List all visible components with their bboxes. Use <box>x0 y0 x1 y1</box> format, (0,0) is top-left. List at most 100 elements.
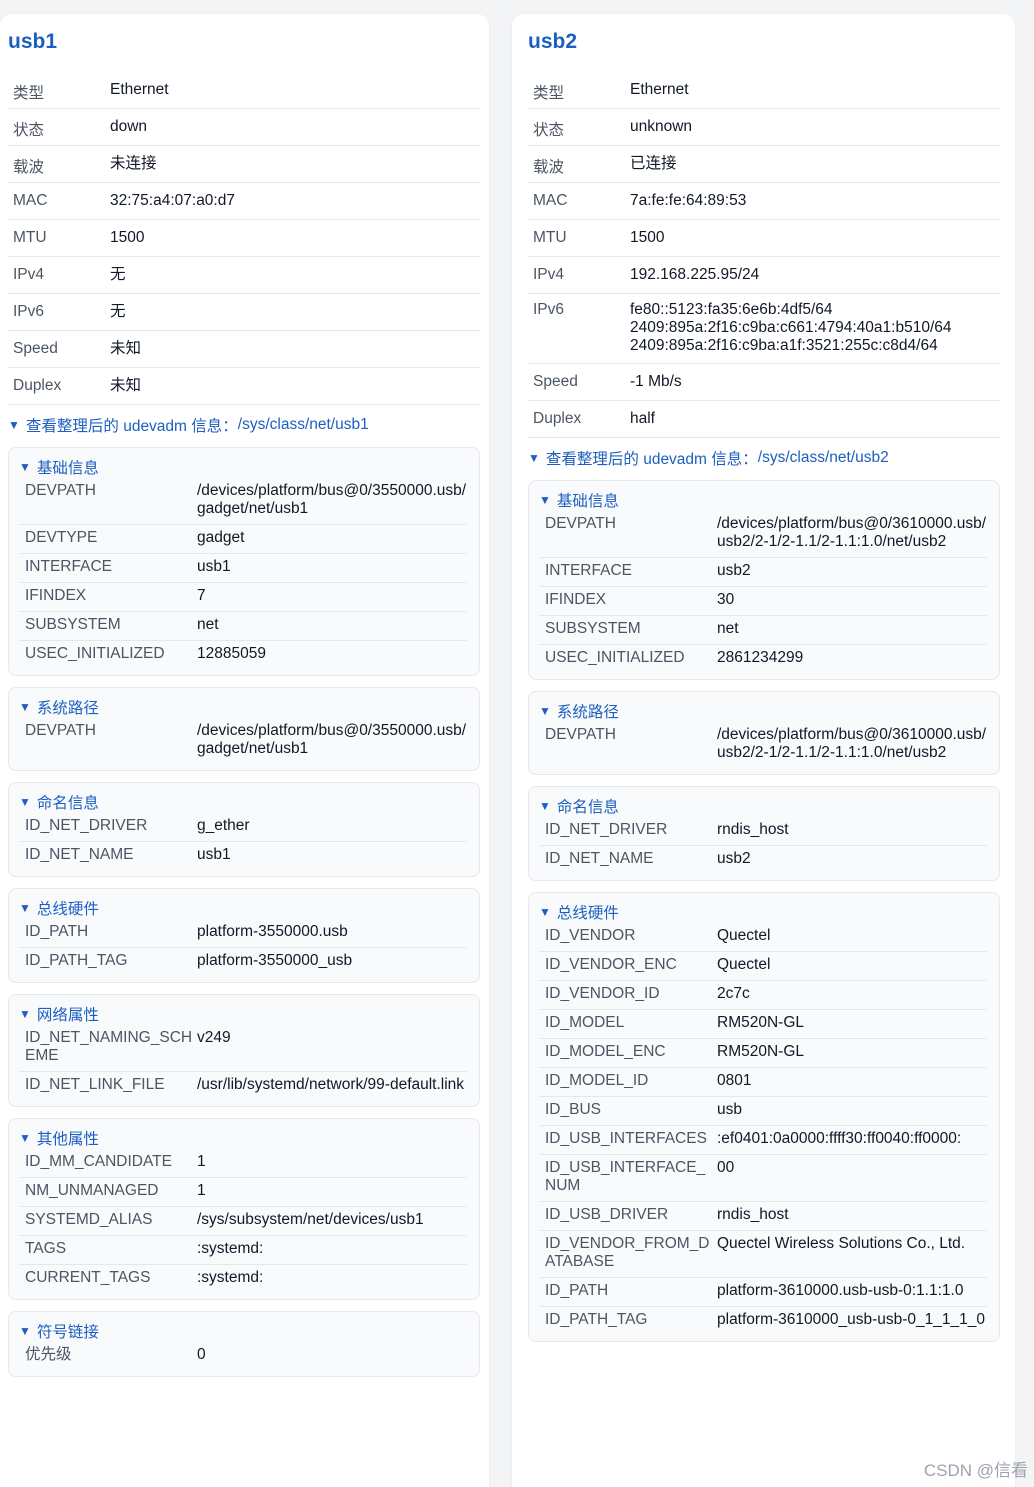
section-value: 7 <box>197 587 206 604</box>
property-key: Speed <box>533 373 578 390</box>
property-key: 载波 <box>13 159 45 176</box>
property-row: IPv4 192.168.225.95/24 <box>528 257 1000 294</box>
udev-toggle-label: 查看整理后的 udevadm 信息： <box>545 451 758 468</box>
property-key: 状态 <box>13 122 45 139</box>
section-key: SYSTEMD_ALIAS <box>25 1211 153 1228</box>
section-key: IFINDEX <box>545 591 607 608</box>
section-key: ID_MODEL_ENC <box>545 1043 666 1060</box>
section-toggle[interactable]: ▼ 系统路径 <box>539 700 987 722</box>
section-row: SYSTEMD_ALIAS/sys/subsystem/net/devices/… <box>19 1207 467 1236</box>
property-key: 类型 <box>533 85 565 102</box>
section-key: ID_PATH <box>545 1282 609 1299</box>
section-row: CURRENT_TAGS:systemd: <box>19 1265 467 1293</box>
property-key: MAC <box>13 192 48 209</box>
property-value: 192.168.225.95/24 <box>630 266 760 283</box>
section-toggle[interactable]: ▼ 基础信息 <box>539 489 987 511</box>
udev-section: ▼ 命名信息 ID_NET_DRIVER rndis_host ID_NET_NAME u… <box>528 786 1000 881</box>
section-key: ID_VENDOR_ID <box>545 985 660 1002</box>
property-value: Ethernet <box>630 81 689 98</box>
section-toggle[interactable]: ▼ 命名信息 <box>539 795 987 817</box>
property-key: MTU <box>533 229 567 246</box>
section-key: SUBSYSTEM <box>25 616 121 633</box>
section-toggle[interactable]: ▼ 系统路径 <box>19 696 467 718</box>
section-toggle[interactable]: ▼ 基础信息 <box>19 456 467 478</box>
udev-section: ▼ 总线硬件 ID_PATH platform-3550000.usb ID_PATH_… <box>8 888 480 983</box>
section-key: SUBSYSTEM <box>545 620 641 637</box>
usb2-udev-toggle[interactable]: ▼ 查看整理后的 udevadm 信息： /sys/class/net/usb2 <box>528 446 1015 470</box>
section-value: 0 <box>197 1346 206 1363</box>
property-value: -1 Mb/s <box>630 373 682 390</box>
section-value: platform-3610000.usb-usb-0:1.1:1.0 <box>717 1282 964 1299</box>
triangle-down-icon: ▼ <box>19 460 31 474</box>
section-key: ID_NET_NAMING_SCHEME <box>25 1029 193 1064</box>
section-key: ID_BUS <box>545 1101 601 1118</box>
property-value: unknown <box>630 118 693 135</box>
section-toggle[interactable]: ▼ 总线硬件 <box>539 901 987 923</box>
section-title-label: 系统路径 <box>556 704 619 721</box>
usb1-udev-toggle[interactable]: ▼ 查看整理后的 udevadm 信息： /sys/class/net/usb1 <box>8 413 489 437</box>
section-value: g_ether <box>197 817 250 834</box>
section-row: DEVPATH/devices/platform/bus@0/3610000.u… <box>539 511 987 558</box>
section-key: USEC_INITIALIZED <box>545 649 685 666</box>
section-row: ID_MODEL RM520N-GL <box>539 1010 987 1039</box>
section-key: DEVPATH <box>545 515 616 532</box>
property-value: 未知 <box>110 340 142 357</box>
property-row: 载波 未连接 <box>8 146 480 183</box>
section-title-label: 总线硬件 <box>556 905 619 922</box>
section-row: ID_VENDOR Quectel <box>539 923 987 952</box>
section-toggle[interactable]: ▼ 总线硬件 <box>19 897 467 919</box>
section-title-label: 其他属性 <box>36 1131 99 1148</box>
section-toggle[interactable]: ▼ 网络属性 <box>19 1003 467 1025</box>
usb2-sections: ▼ 基础信息 DEVPATH/devices/platform/bus@0/3610… <box>512 480 1015 1342</box>
section-value: /devices/platform/bus@0/3550000.usb/gadg… <box>197 482 467 517</box>
section-toggle[interactable]: ▼ 命名信息 <box>19 791 467 813</box>
section-row: ID_PATH platform-3550000.usb <box>19 919 467 948</box>
section-row: SUBSYSTEM net <box>19 612 467 641</box>
section-value: 12885059 <box>197 645 266 662</box>
triangle-down-icon: ▼ <box>19 795 31 809</box>
property-key: IPv4 <box>533 266 565 283</box>
triangle-down-icon: ▼ <box>539 905 551 919</box>
property-row: Speed -1 Mb/s <box>528 364 1000 401</box>
property-row: MAC 7a:fe:fe:64:89:53 <box>528 183 1000 220</box>
section-row: IFINDEX 30 <box>539 587 987 616</box>
section-key: ID_USB_INTERFACES <box>545 1130 707 1147</box>
property-value: 1500 <box>630 229 665 246</box>
property-key: 状态 <box>533 122 565 139</box>
section-title-label: 命名信息 <box>36 795 99 812</box>
property-row: IPv6 无 <box>8 294 480 331</box>
section-row: ID_NET_NAME usb2 <box>539 846 987 874</box>
section-value: usb1 <box>197 846 231 863</box>
udev-section: ▼ 符号链接 优先级 0 <box>8 1311 480 1377</box>
section-key: ID_USB_DRIVER <box>545 1206 669 1223</box>
property-row: Speed 未知 <box>8 331 480 368</box>
section-value: rndis_host <box>717 821 789 838</box>
property-value: 无 <box>110 266 126 283</box>
section-key: ID_NET_NAME <box>25 846 134 863</box>
triangle-down-icon: ▼ <box>19 1131 31 1145</box>
section-row: 优先级 0 <box>19 1342 467 1370</box>
section-value: 30 <box>717 591 735 608</box>
section-row: ID_MODEL_ENC RM520N-GL <box>539 1039 987 1068</box>
section-key: ID_PATH <box>25 923 89 940</box>
section-value: usb2 <box>717 562 751 579</box>
section-value: 00 <box>717 1159 735 1176</box>
property-key: MTU <box>13 229 47 246</box>
section-key: NM_UNMANAGED <box>25 1182 159 1199</box>
triangle-down-icon: ▼ <box>19 901 31 915</box>
section-toggle[interactable]: ▼ 其他属性 <box>19 1127 467 1149</box>
section-toggle[interactable]: ▼ 符号链接 <box>19 1320 467 1342</box>
section-key: ID_MODEL <box>545 1014 625 1031</box>
section-row: NM_UNMANAGED 1 <box>19 1178 467 1207</box>
property-value: down <box>110 118 148 135</box>
udev-toggle-label: 查看整理后的 udevadm 信息： <box>25 418 238 435</box>
section-row: ID_USB_DRIVER rndis_host <box>539 1202 987 1231</box>
section-row: ID_MM_CANDIDATE 1 <box>19 1149 467 1178</box>
property-key: IPv4 <box>13 266 45 283</box>
property-value: 未知 <box>110 377 142 394</box>
property-key: 载波 <box>533 159 565 176</box>
section-row: ID_USB_INTERFACE_NUM 00 <box>539 1155 987 1202</box>
property-row: Duplex half <box>528 401 1000 438</box>
section-row: DEVTYPE gadget <box>19 525 467 554</box>
section-value: :systemd: <box>197 1240 264 1257</box>
